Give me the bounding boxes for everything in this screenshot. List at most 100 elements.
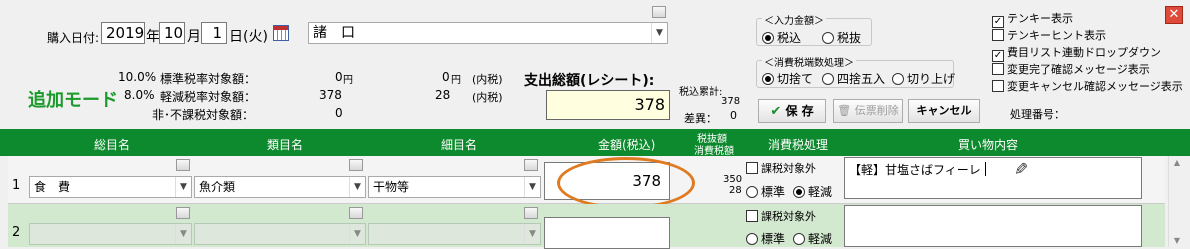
month-field[interactable]: 10 — [159, 22, 185, 44]
row2-content-field[interactable] — [844, 205, 1142, 247]
radio-truncate-label: 切捨て — [777, 72, 814, 86]
row2-radio-reduced[interactable]: 軽減 — [793, 230, 832, 247]
row2-exempt-checkbox[interactable]: 課税対象外 — [746, 208, 816, 224]
store-select[interactable]: 諸 口 ▼ — [308, 22, 668, 44]
radio-off-icon — [822, 73, 834, 85]
row1-radio-standard[interactable]: 標準 — [746, 183, 785, 200]
day-unit: 日 — [229, 29, 243, 45]
cancel-label: キャンセル — [916, 104, 972, 117]
highlight-ellipse — [557, 157, 695, 209]
mode-label: 追加モード — [28, 90, 118, 111]
chevron-down-icon[interactable]: ▼ — [524, 224, 540, 244]
radio-roundup-label: 切り上げ — [907, 72, 956, 86]
row2-standard-label: 標準 — [761, 232, 786, 246]
process-no-label: 処理番号： — [1010, 108, 1065, 121]
row1-type-mini[interactable] — [349, 159, 363, 171]
row1-category-mini[interactable] — [176, 159, 190, 171]
row2-type-mini[interactable] — [349, 207, 363, 219]
month-unit: 月 — [187, 29, 201, 45]
col-tax-proc: 消費税処理 — [768, 138, 829, 152]
row1-type-value: 魚介類 — [199, 180, 236, 194]
radio-tax-excl[interactable]: 税抜 — [822, 29, 861, 46]
row1-radio-reduced[interactable]: 軽減 — [793, 183, 832, 200]
chevron-down-icon[interactable]: ▼ — [175, 177, 191, 197]
row1-item-value: 干物等 — [373, 180, 410, 194]
radio-on-icon — [793, 186, 805, 198]
row1-content-field[interactable]: 【軽】甘塩さばフィーレ — [844, 157, 1142, 199]
row2-category-select[interactable]: ▼ — [29, 223, 192, 245]
radio-tax-incl-label: 税込 — [777, 31, 802, 45]
row2-type-select[interactable]: ▼ — [194, 223, 366, 245]
scroll-up-icon[interactable]: ▲ — [1169, 158, 1185, 167]
row1-type-select[interactable]: 魚介類 ▼ — [194, 176, 366, 198]
col-amount: 金額(税込) — [598, 138, 656, 152]
option-cancel-confirm[interactable]: 変更キャンセル確認メッセージ表示 — [992, 78, 1183, 94]
row2-amount-field[interactable] — [544, 217, 670, 249]
delete-slip-button[interactable]: 🗑 伝票削除 — [833, 99, 903, 123]
chevron-down-icon[interactable]: ▼ — [524, 177, 540, 197]
cancel-button[interactable]: キャンセル — [908, 99, 980, 123]
col-tax: 消費税額 — [694, 146, 734, 157]
close-icon[interactable]: ✕ — [1165, 6, 1183, 24]
year-field[interactable]: 2019 — [101, 22, 145, 44]
diff-value: 0 — [730, 109, 737, 122]
option-change-confirm-label: 変更完了確認メッセージ表示 — [1007, 63, 1150, 76]
chevron-down-icon[interactable]: ▼ — [651, 23, 667, 43]
radio-truncate[interactable]: 切捨て — [762, 70, 813, 87]
row1-item-mini[interactable] — [524, 159, 538, 171]
row1-tax: 28 — [729, 185, 742, 196]
radio-off-icon — [822, 32, 834, 44]
std-incl-unit: 円 — [451, 75, 461, 86]
col-type: 類目名 — [267, 138, 304, 152]
chevron-down-icon[interactable]: ▼ — [349, 177, 365, 197]
store-mini-button[interactable] — [652, 6, 666, 18]
rounding-title: ＜消費税端数処理＞ — [762, 54, 856, 69]
checkbox-empty-icon — [746, 210, 758, 222]
trash-icon: 🗑 — [837, 104, 852, 117]
row1-content-value: 【軽】甘塩さばフィーレ — [849, 163, 981, 177]
calendar-icon[interactable] — [273, 25, 289, 41]
row1-exempt-label: 課税対象外 — [761, 162, 816, 175]
weekday-label: (火) — [243, 29, 268, 45]
chevron-down-icon[interactable]: ▼ — [349, 224, 365, 244]
col-content: 買い物内容 — [958, 138, 1019, 152]
row1-item-select[interactable]: 干物等 ▼ — [368, 176, 541, 198]
radio-round[interactable]: 四捨五入 — [822, 70, 885, 87]
save-button[interactable]: ✔ 保 存 — [758, 99, 826, 123]
option-change-confirm[interactable]: 変更完了確認メッセージ表示 — [992, 61, 1150, 77]
row2-exempt-label: 課税対象外 — [761, 210, 816, 223]
option-dropdown[interactable]: ✓ 費目リスト連動ドロップダウン — [992, 44, 1161, 62]
option-tenkey-label: テンキー表示 — [1007, 12, 1073, 25]
vertical-scrollbar[interactable]: ▲ ▼ — [1168, 156, 1185, 247]
chevron-down-icon[interactable]: ▼ — [175, 224, 191, 244]
save-label: 保 存 — [785, 104, 814, 118]
row2-item-mini[interactable] — [524, 207, 538, 219]
reduced-note: (内税) — [472, 91, 503, 104]
checkbox-empty-icon — [992, 80, 1004, 92]
radio-round-label: 四捨五入 — [837, 72, 886, 86]
radio-tax-incl[interactable]: 税込 — [762, 29, 801, 46]
row1-exempt-checkbox[interactable]: 課税対象外 — [746, 160, 816, 176]
reduced-label: 軽減税率対象額： — [160, 90, 257, 104]
radio-on-icon — [762, 32, 774, 44]
reduced-amount: 378 — [319, 88, 342, 102]
option-tenkey-hint[interactable]: テンキーヒント表示 — [992, 27, 1106, 43]
diff-label: 差異： — [684, 112, 717, 125]
std-note: (内税) — [472, 73, 503, 86]
row1-category-select[interactable]: 食 費 ▼ — [29, 176, 192, 198]
radio-roundup[interactable]: 切り上げ — [892, 70, 955, 87]
row2-category-mini[interactable] — [176, 207, 190, 219]
col-item: 細目名 — [441, 138, 478, 152]
day-field[interactable]: 1 — [201, 22, 227, 44]
total-field[interactable]: 378 — [546, 90, 670, 120]
row2-item-select[interactable]: ▼ — [368, 223, 541, 245]
option-tenkey[interactable]: ✓ テンキー表示 — [992, 10, 1073, 28]
checkbox-empty-icon — [992, 29, 1004, 41]
std-label: 標準税率対象額： — [160, 72, 257, 86]
scroll-down-icon[interactable]: ▼ — [1169, 236, 1185, 245]
checkbox-empty-icon — [746, 162, 758, 174]
row2-radio-standard[interactable]: 標準 — [746, 230, 785, 247]
std-unit: 円 — [343, 75, 353, 86]
row1-reduced-label: 軽減 — [808, 185, 833, 199]
option-dropdown-label: 費目リスト連動ドロップダウン — [1007, 46, 1161, 59]
